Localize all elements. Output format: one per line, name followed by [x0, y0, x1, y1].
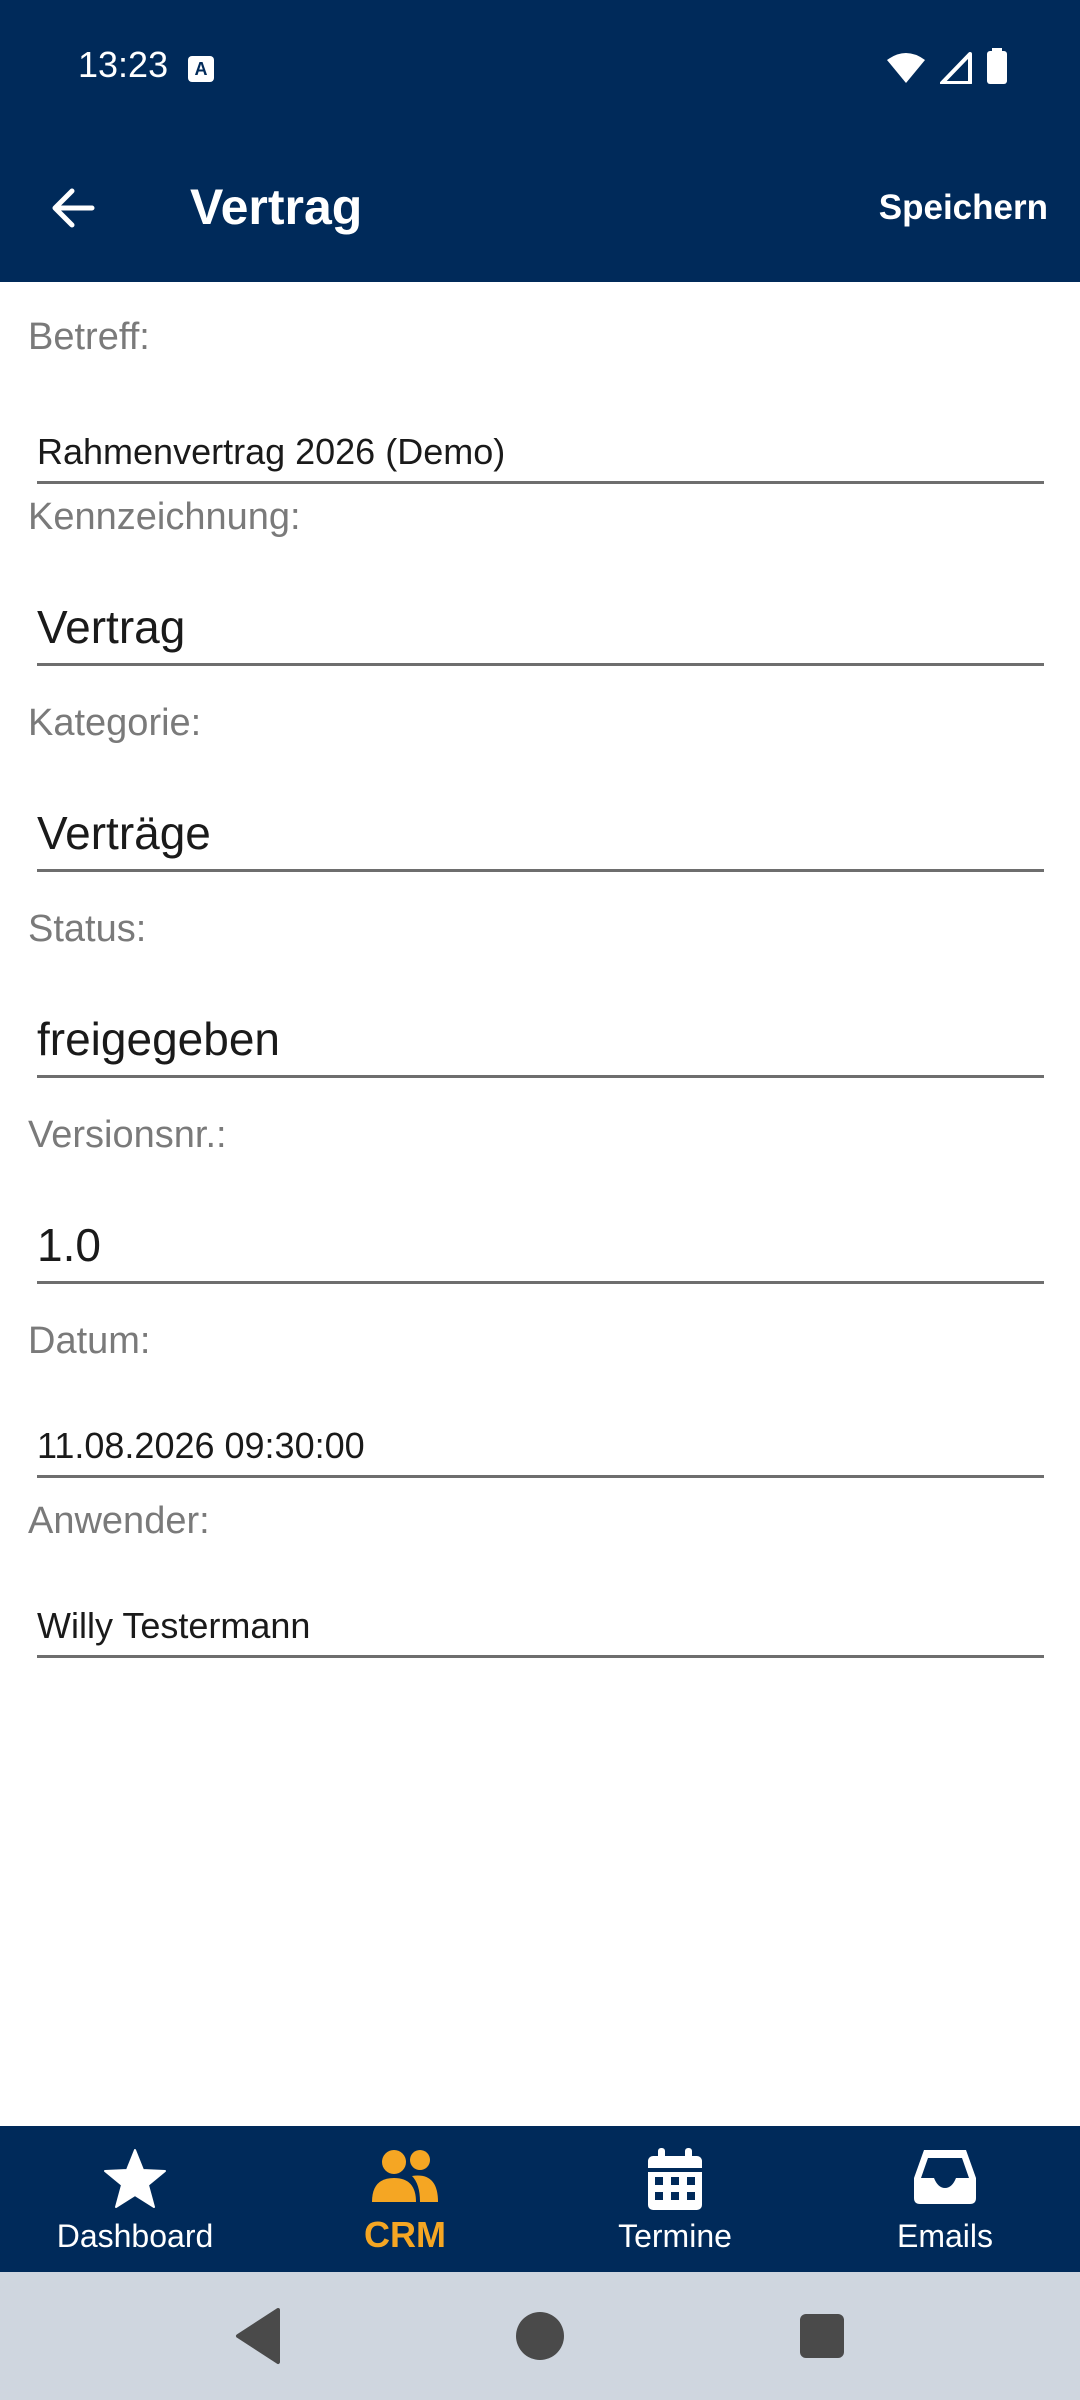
field-label: Status:	[28, 908, 147, 950]
status-bar: 13:23 A	[0, 0, 1080, 134]
nav-emails[interactable]: Emails	[810, 2126, 1080, 2272]
status-input[interactable]	[37, 1002, 1044, 1078]
nav-label: CRM	[364, 2214, 446, 2255]
nav-label: Emails	[896, 2218, 993, 2254]
signal-icon	[940, 52, 972, 84]
bottom-navigation: Dashboard CRM Termine Emails	[0, 2126, 1080, 2272]
wifi-icon	[887, 53, 925, 83]
nav-label: Dashboard	[56, 2218, 214, 2254]
nav-termine[interactable]: Termine	[540, 2126, 810, 2272]
anwender-input[interactable]	[37, 1596, 1044, 1658]
field-label: Kennzeichnung:	[28, 496, 301, 538]
status-time: 13:23	[78, 44, 169, 85]
kennzeichnung-input[interactable]	[37, 590, 1044, 666]
status-icons	[886, 48, 1008, 84]
app-bar: Vertrag Speichern	[0, 134, 1080, 282]
betreff-input[interactable]	[37, 422, 1044, 484]
save-button[interactable]: Speichern	[879, 188, 1048, 228]
field-label: Datum:	[28, 1320, 151, 1362]
recents-square-icon[interactable]	[796, 2306, 848, 2366]
field-label: Kategorie:	[28, 702, 202, 744]
field-label: Versionsnr.:	[28, 1114, 227, 1156]
people-icon	[372, 2150, 438, 2202]
nav-crm[interactable]: CRM	[270, 2126, 540, 2272]
field-label: Betreff:	[28, 316, 150, 358]
page-title: Vertrag	[190, 179, 363, 235]
calendar-icon	[648, 2148, 702, 2210]
kategorie-input[interactable]	[37, 796, 1044, 872]
versionsnr-input[interactable]	[37, 1208, 1044, 1284]
star-icon	[104, 2149, 166, 2208]
nav-dashboard[interactable]: Dashboard	[0, 2126, 270, 2272]
nav-label: Termine	[618, 2218, 732, 2254]
datum-input[interactable]	[37, 1416, 1044, 1478]
field-label: Anwender:	[28, 1500, 210, 1542]
back-button[interactable]	[44, 178, 104, 238]
notification-a-icon: A	[188, 56, 214, 82]
arrow-left-icon	[52, 188, 95, 228]
system-navigation-bar	[0, 2272, 1080, 2400]
home-circle-icon[interactable]	[512, 2306, 568, 2366]
inbox-icon	[914, 2150, 976, 2204]
battery-icon	[987, 48, 1007, 84]
back-triangle-icon[interactable]	[234, 2306, 282, 2366]
